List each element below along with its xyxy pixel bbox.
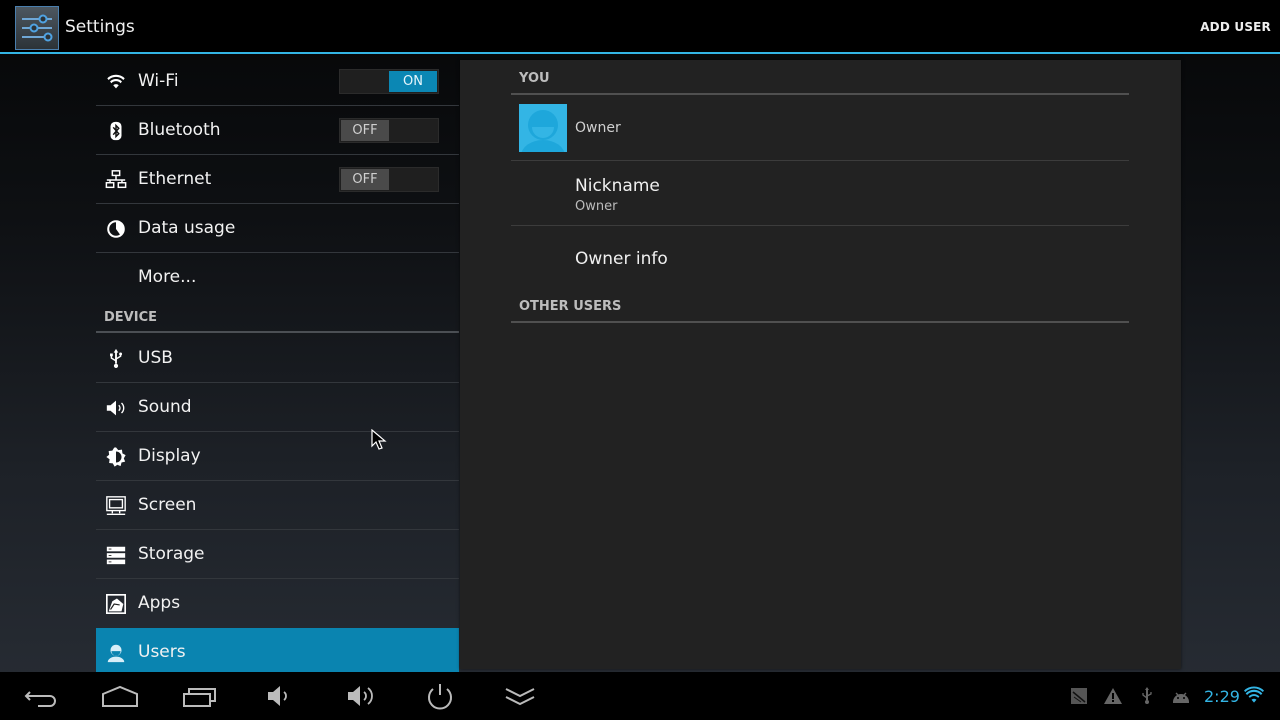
recent-apps-icon (183, 688, 216, 707)
list-item-bluetooth[interactable]: Bluetooth OFF (96, 106, 459, 155)
section-header-label: DEVICE (104, 310, 157, 325)
nickname-title: Nickname (575, 176, 660, 196)
section-header-label: OTHER USERS (519, 299, 622, 314)
volume-down-icon (268, 686, 287, 706)
power-button[interactable] (415, 680, 465, 712)
volume-up-icon (348, 686, 373, 706)
list-item-ethernet[interactable]: Ethernet OFF (96, 155, 459, 204)
volume-down-button[interactable] (253, 680, 303, 712)
avatar (519, 104, 567, 152)
power-icon (428, 684, 452, 710)
toggle-state: OFF (341, 120, 389, 141)
list-item-sound[interactable]: Sound (96, 383, 459, 432)
list-item-data-usage[interactable]: Data usage (96, 204, 459, 253)
back-icon (24, 691, 56, 707)
list-item-label: Users (138, 642, 186, 662)
list-item-apps[interactable]: Apps (96, 579, 459, 628)
list-item-label: Bluetooth (138, 120, 221, 140)
home-icon (102, 685, 138, 707)
clock[interactable]: 2:29 (1204, 687, 1240, 706)
storage-icon (104, 543, 128, 567)
bluetooth-icon (104, 119, 128, 143)
volume-up-button[interactable] (335, 680, 385, 712)
list-item-label: Sound (138, 397, 192, 417)
list-item-label: Data usage (138, 218, 236, 238)
wifi-signal-icon[interactable] (1242, 686, 1266, 706)
user-avatar-icon (521, 110, 565, 152)
list-item-label: USB (138, 348, 173, 368)
add-user-button[interactable]: ADD USER (1200, 20, 1271, 34)
list-item-display[interactable]: Display (96, 432, 459, 481)
action-bar: Settings ADD USER (0, 0, 1280, 54)
list-item-label: Storage (138, 544, 205, 564)
owner-name: Owner (575, 120, 621, 136)
home-button[interactable] (95, 680, 145, 712)
ethernet-toggle[interactable]: OFF (339, 167, 439, 192)
wifi-toggle[interactable]: ON (339, 69, 439, 94)
list-item-label: Screen (138, 495, 197, 515)
app-title: Settings (65, 17, 135, 37)
list-item-label: More... (138, 267, 197, 287)
no-sdcard-icon[interactable] (1068, 686, 1090, 706)
nickname-value: Owner (575, 199, 618, 214)
owner-profile-row[interactable]: Owner (511, 95, 1129, 161)
section-header-label: YOU (519, 71, 550, 86)
usb-icon (104, 347, 128, 371)
list-item-storage[interactable]: Storage (96, 530, 459, 579)
sound-icon (104, 396, 128, 420)
list-item-screen[interactable]: Screen (96, 481, 459, 530)
back-button[interactable] (15, 680, 65, 712)
list-item-users[interactable]: Users (96, 628, 459, 672)
collapse-button[interactable] (495, 680, 545, 712)
list-item-label: Display (138, 446, 201, 466)
screen-icon (104, 494, 128, 518)
owner-info-row[interactable]: Owner info (511, 226, 1129, 286)
data-usage-icon (104, 217, 128, 241)
nickname-row[interactable]: Nickname Owner (511, 161, 1129, 226)
ethernet-icon (104, 168, 128, 192)
bluetooth-toggle[interactable]: OFF (339, 118, 439, 143)
section-header-you: YOU (511, 60, 1129, 95)
users-icon (104, 641, 128, 665)
toggle-state: OFF (341, 169, 389, 190)
list-item-label: Wi-Fi (138, 71, 179, 91)
recent-apps-button[interactable] (175, 680, 225, 712)
list-item-more[interactable]: More... (96, 253, 459, 302)
android-debug-icon[interactable] (1170, 686, 1192, 706)
list-item-label: Ethernet (138, 169, 212, 189)
wifi-icon (104, 70, 128, 94)
usb-debug-icon[interactable] (1136, 686, 1158, 706)
list-item-label: Apps (138, 593, 181, 613)
owner-info-title: Owner info (575, 249, 668, 269)
toggle-state: ON (389, 71, 437, 92)
section-header-device: DEVICE (96, 302, 459, 333)
collapse-icon (505, 688, 535, 706)
users-detail-panel: YOU Owner Nickname Owner Owner info OTHE… (460, 60, 1181, 669)
list-item-usb[interactable]: USB (96, 334, 459, 383)
list-item-wifi[interactable]: Wi-Fi ON (96, 57, 459, 106)
settings-sliders-icon[interactable] (15, 6, 59, 50)
apps-icon (104, 592, 128, 616)
settings-list: Wi-Fi ON Bluetooth OFF Ethernet OFF Data… (96, 57, 459, 672)
navigation-bar: 2:29 (0, 672, 1280, 720)
section-header-other-users: OTHER USERS (511, 288, 1129, 323)
display-icon (104, 445, 128, 469)
warning-icon[interactable] (1102, 686, 1124, 706)
